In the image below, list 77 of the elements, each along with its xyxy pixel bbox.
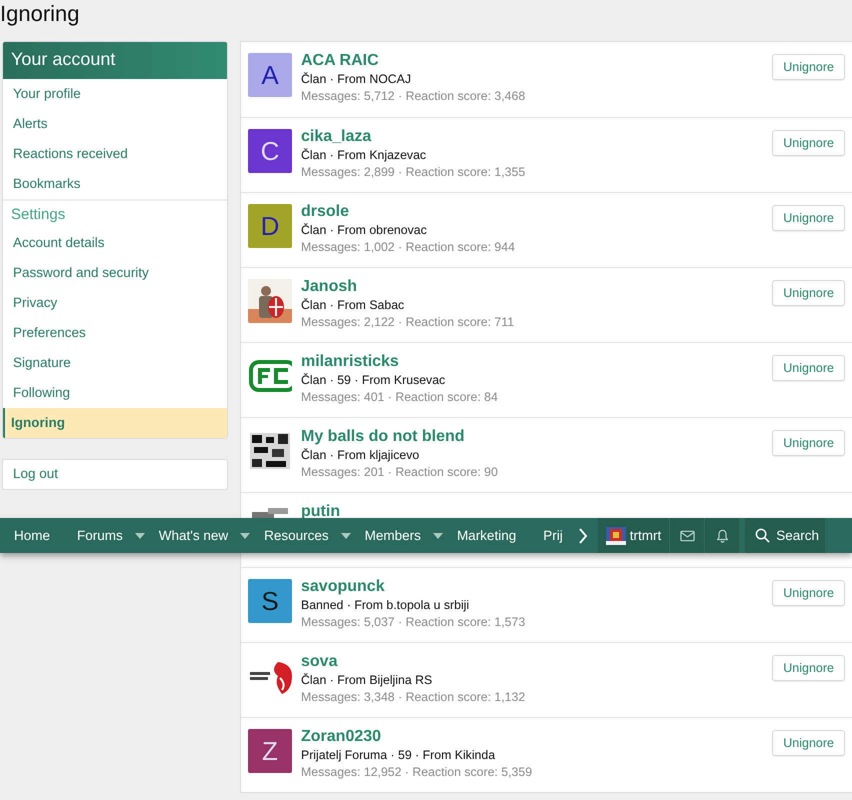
- user-stats: Messages: 201 · Reaction score: 90: [301, 464, 498, 481]
- nav-tab[interactable]: Prij: [543, 528, 563, 543]
- user-info: Banned · From b.topola u srbiji: [301, 597, 470, 614]
- sidebar-link[interactable]: Account details: [3, 228, 227, 258]
- chevron-right-icon[interactable]: [578, 526, 588, 544]
- username-link[interactable]: Zoran0230: [301, 728, 382, 746]
- sidebar-link[interactable]: Ignoring: [3, 408, 227, 438]
- bell-icon: [714, 528, 730, 542]
- username-link[interactable]: cika_laza: [301, 128, 372, 146]
- user-stats: Messages: 12,952 · Reaction score: 5,359: [301, 764, 532, 781]
- sidebar-link[interactable]: Privacy: [3, 288, 227, 318]
- user-info: Član · From Sabac: [301, 297, 404, 314]
- user-info: Član · From NOCAJ: [301, 71, 411, 88]
- logout-link[interactable]: Log out: [3, 460, 227, 489]
- unignore-button[interactable]: Unignore: [772, 730, 845, 756]
- username-link[interactable]: Janosh: [301, 278, 358, 296]
- nav-tab[interactable]: Marketing: [456, 528, 516, 543]
- alerts-button[interactable]: [704, 518, 740, 553]
- unignore-button[interactable]: Unignore: [772, 280, 845, 306]
- avatar[interactable]: D: [248, 204, 292, 248]
- nav-tab[interactable]: Members: [364, 528, 421, 543]
- username-link[interactable]: sova: [301, 653, 338, 671]
- sidebar-link[interactable]: Following: [3, 378, 227, 408]
- user-stats: Messages: 1,002 · Reaction score: 944: [301, 239, 515, 256]
- user-stats: Messages: 2,899 · Reaction score: 1,355: [301, 164, 526, 181]
- nav-tab[interactable]: Forums: [77, 528, 123, 543]
- user-info: Član · From Bijeljina RS: [301, 672, 432, 689]
- caret-icon[interactable]: [134, 532, 145, 538]
- inbox-button[interactable]: [669, 518, 704, 553]
- unignore-button[interactable]: Unignore: [772, 655, 845, 681]
- user-stats: Messages: 5,712 · Reaction score: 3,468: [301, 88, 526, 105]
- username-link[interactable]: milanristicks: [301, 353, 399, 371]
- nav-tab[interactable]: Resources: [264, 528, 329, 543]
- avatar[interactable]: S: [248, 579, 292, 623]
- unignore-button[interactable]: Unignore: [772, 130, 845, 156]
- unignore-button[interactable]: Unignore: [772, 430, 845, 456]
- section-heading: Settings: [10, 205, 66, 225]
- avatar[interactable]: C: [248, 129, 292, 173]
- sidebar-link[interactable]: Preferences: [3, 318, 227, 348]
- account-username: trtmrt: [630, 528, 662, 543]
- user-info: Član · From obrenovac: [301, 222, 427, 239]
- sidebar-link[interactable]: Bookmarks: [3, 169, 227, 199]
- user-stats: Messages: 2,122 · Reaction score: 711: [301, 314, 514, 331]
- avatar[interactable]: Z: [248, 729, 292, 773]
- envelope-icon: [680, 528, 695, 542]
- nav-tab[interactable]: What's new: [158, 528, 228, 543]
- caret-icon[interactable]: [240, 532, 250, 538]
- unignore-button[interactable]: Unignore: [772, 580, 845, 606]
- unignore-button[interactable]: Unignore: [772, 205, 845, 231]
- username-link[interactable]: savopunck: [301, 578, 385, 596]
- user-stats: Messages: 5,037 · Reaction score: 1,573: [301, 614, 526, 631]
- search-button[interactable]: Search: [745, 518, 825, 553]
- search-icon: [755, 528, 770, 543]
- sidebar-link[interactable]: Your profile: [3, 79, 227, 109]
- account-button[interactable]: trtmrt: [598, 518, 670, 553]
- sidebar-link[interactable]: Alerts: [3, 109, 227, 139]
- user-stats: Messages: 401 · Reaction score: 84: [301, 389, 498, 406]
- caret-icon[interactable]: [340, 532, 351, 538]
- sidebar-link[interactable]: Reactions received: [3, 139, 227, 169]
- user-info: Član · From Knjazevac: [301, 147, 426, 164]
- user-info: Prijatelj Foruma · 59 · From Kikinda: [301, 747, 496, 764]
- page-title: Ignoring: [0, 0, 80, 28]
- unignore-button[interactable]: Unignore: [772, 355, 845, 381]
- username-link[interactable]: drsole: [301, 203, 350, 221]
- avatar[interactable]: A: [248, 53, 292, 97]
- user-info: Član · 59 · From Krusevac: [301, 372, 446, 389]
- caret-icon[interactable]: [432, 532, 443, 538]
- user-stats: Messages: 3,348 · Reaction score: 1,132: [301, 689, 526, 706]
- nav-tab[interactable]: Home: [14, 528, 50, 543]
- username-link[interactable]: putin: [301, 503, 340, 521]
- username-link[interactable]: My balls do not blend: [301, 428, 465, 446]
- sidebar-link[interactable]: Password and security: [3, 258, 227, 288]
- panel-header: Your account: [3, 42, 227, 79]
- sidebar-link[interactable]: Signature: [3, 348, 227, 378]
- username-link[interactable]: ACA RAIC: [301, 52, 379, 70]
- user-info: Član · From kljajicevo: [301, 447, 420, 464]
- unignore-button[interactable]: Unignore: [772, 54, 845, 80]
